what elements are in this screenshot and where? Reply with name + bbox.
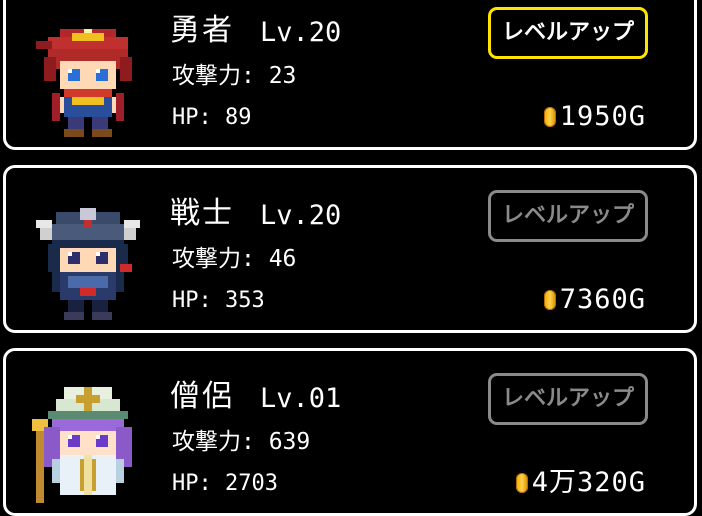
priest-portrait-icon: [28, 383, 148, 503]
character-level: Lv.20: [260, 17, 342, 48]
gold-cost: 4万320G: [515, 465, 646, 501]
character-attack: 攻撃力: 23: [172, 63, 297, 89]
gold-cost-value: 4万320G: [531, 467, 646, 498]
hero-portrait-icon: [28, 17, 148, 137]
character-level: Lv.20: [260, 200, 342, 231]
gold-cost: 7360G: [543, 282, 646, 318]
character-level: Lv.01: [260, 383, 342, 414]
character-name: 勇者: [170, 13, 234, 48]
character-card-warrior[interactable]: 戦士 Lv.20 攻撃力: 46 HP: 353 レベルアップ 7360G: [3, 165, 697, 333]
warrior-portrait-icon: [28, 200, 148, 320]
character-card-priest[interactable]: 僧侶 Lv.01 攻撃力: 639 HP: 2703 レベルアップ 4万320G: [3, 348, 697, 516]
character-attack: 攻撃力: 46: [172, 246, 297, 272]
character-list: 勇者 Lv.20 攻撃力: 23 HP: 89 レベルアップ 1950G 戦士 …: [0, 0, 702, 516]
level-up-button[interactable]: レベルアップ: [488, 190, 648, 242]
coin-icon: [543, 107, 556, 127]
character-card-hero[interactable]: 勇者 Lv.20 攻撃力: 23 HP: 89 レベルアップ 1950G: [3, 0, 697, 150]
coin-icon: [543, 290, 556, 310]
gold-cost-value: 1950G: [559, 101, 646, 132]
level-up-button[interactable]: レベルアップ: [488, 7, 648, 59]
character-hp: HP: 353: [172, 288, 265, 313]
level-up-button[interactable]: レベルアップ: [488, 373, 648, 425]
character-hp: HP: 2703: [172, 471, 278, 496]
gold-cost-value: 7360G: [559, 284, 646, 315]
coin-icon: [515, 473, 528, 493]
character-hp: HP: 89: [172, 105, 252, 130]
character-attack: 攻撃力: 639: [172, 429, 311, 455]
character-name: 僧侶: [170, 379, 234, 414]
character-name: 戦士: [170, 196, 234, 231]
gold-cost: 1950G: [543, 99, 646, 135]
